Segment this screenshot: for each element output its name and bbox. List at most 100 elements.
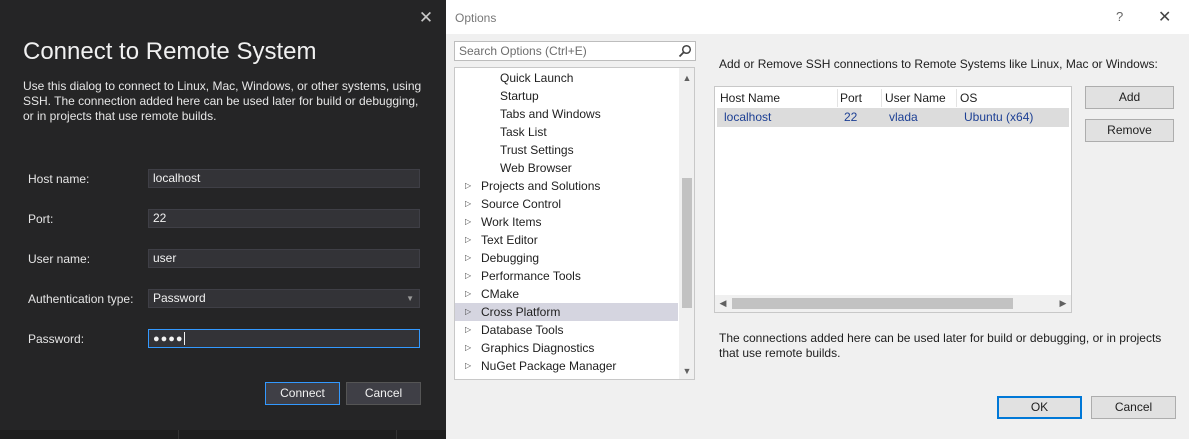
expand-arrow-icon[interactable]: ▷ bbox=[465, 249, 471, 267]
tree-item-label: Projects and Solutions bbox=[481, 179, 601, 193]
connect-button[interactable]: Connect bbox=[265, 382, 340, 405]
chevron-down-icon[interactable]: ▼ bbox=[679, 363, 694, 379]
expand-arrow-icon[interactable]: ▷ bbox=[465, 339, 471, 357]
user-name-label: User name: bbox=[28, 252, 91, 266]
window-title: Options bbox=[455, 11, 497, 25]
tree-item-label: Graphics Diagnostics bbox=[481, 341, 595, 355]
password-value: ●●●● bbox=[153, 333, 184, 345]
tree-item[interactable]: Web Browser bbox=[455, 159, 678, 177]
expand-arrow-icon[interactable]: ▷ bbox=[465, 303, 471, 321]
scrollbar-thumb[interactable] bbox=[732, 298, 1013, 309]
tree-item-label: Work Items bbox=[481, 215, 542, 229]
search-input[interactable]: Search Options (Ctrl+E) bbox=[454, 41, 696, 61]
connect-dialog: ✕ Connect to Remote System Use this dial… bbox=[0, 0, 446, 439]
search-placeholder: Search Options (Ctrl+E) bbox=[459, 44, 587, 58]
scrollbar-thumb[interactable] bbox=[682, 178, 692, 308]
add-button[interactable]: Add bbox=[1085, 86, 1174, 109]
tree-item[interactable]: Startup bbox=[455, 87, 678, 105]
tree-item[interactable]: ▷ Database Tools bbox=[455, 321, 678, 339]
tree-item-label: Text Editor bbox=[481, 233, 538, 247]
column-divider bbox=[837, 89, 838, 107]
close-icon[interactable]: ✕ bbox=[1158, 7, 1171, 27]
ok-button[interactable]: OK bbox=[997, 396, 1082, 419]
tree-item-label: Source Control bbox=[481, 197, 562, 211]
tree-item[interactable]: ▷ Text Editor bbox=[455, 231, 678, 249]
section-heading: Add or Remove SSH connections to Remote … bbox=[719, 57, 1158, 71]
column-header-port[interactable]: Port bbox=[840, 89, 862, 107]
user-name-input[interactable]: user bbox=[148, 249, 420, 268]
tree-item-label: Startup bbox=[500, 89, 539, 103]
close-icon[interactable]: ✕ bbox=[417, 9, 435, 27]
chevron-down-icon: ▼ bbox=[406, 294, 414, 303]
options-tree: Quick Launch Startup Tabs and Windows Task … bbox=[454, 67, 695, 380]
tree-item-label: Database Tools bbox=[481, 323, 564, 337]
dialog-description: Use this dialog to connect to Linux, Mac… bbox=[23, 79, 422, 123]
tree-item[interactable]: ▷ Source Control bbox=[455, 195, 678, 213]
port-cell: 22 bbox=[844, 110, 858, 124]
horizontal-scrollbar[interactable]: ◀ ▶ bbox=[715, 295, 1071, 312]
tree-item[interactable]: ▷ Graphics Diagnostics bbox=[455, 339, 678, 357]
background-strip bbox=[0, 430, 446, 439]
expand-arrow-icon[interactable]: ▷ bbox=[465, 267, 471, 285]
tree-item[interactable]: ▷ Work Items bbox=[455, 213, 678, 231]
expand-arrow-icon[interactable]: ▷ bbox=[465, 321, 471, 339]
expand-arrow-icon[interactable]: ▷ bbox=[465, 213, 471, 231]
column-header-os[interactable]: OS bbox=[960, 89, 977, 107]
tree-item[interactable]: Quick Launch bbox=[455, 69, 678, 87]
tree-scrollbar[interactable]: ▲ ▼ bbox=[679, 68, 694, 379]
expand-arrow-icon[interactable]: ▷ bbox=[465, 357, 471, 375]
table-row[interactable]: localhost 22 vlada Ubuntu (x64) bbox=[717, 108, 1069, 127]
tree-item-label: Quick Launch bbox=[500, 71, 574, 85]
port-input[interactable]: 22 bbox=[148, 209, 420, 228]
password-input[interactable]: ●●●● bbox=[148, 329, 420, 348]
expand-arrow-icon[interactable]: ▷ bbox=[465, 285, 471, 303]
tree-item[interactable]: ▷ CMake bbox=[455, 285, 678, 303]
host-name-label: Host name: bbox=[28, 172, 90, 186]
tree-item-label: Web Browser bbox=[500, 161, 572, 175]
auth-type-label: Authentication type: bbox=[28, 292, 134, 306]
tree-item[interactable]: ▷ Cross Platform bbox=[455, 303, 678, 321]
text-caret bbox=[183, 332, 185, 346]
divider bbox=[178, 430, 179, 439]
tree-item-label: Trust Settings bbox=[500, 143, 574, 157]
tree-item[interactable]: ▷ NuGet Package Manager bbox=[455, 357, 678, 375]
chevron-right-icon[interactable]: ▶ bbox=[1055, 295, 1071, 312]
column-divider bbox=[956, 89, 957, 107]
expand-arrow-icon[interactable]: ▷ bbox=[465, 177, 471, 195]
port-value: 22 bbox=[153, 211, 167, 225]
tree-item[interactable]: ▷ Performance Tools bbox=[455, 267, 678, 285]
tree-item[interactable]: Tabs and Windows bbox=[455, 105, 678, 123]
connections-list: Host Name Port User Name OS localhost 22… bbox=[714, 86, 1072, 313]
tree-item[interactable]: ▷ Projects and Solutions bbox=[455, 177, 678, 195]
port-label: Port: bbox=[28, 212, 54, 226]
user-cell: vlada bbox=[889, 110, 918, 124]
divider bbox=[396, 430, 397, 439]
host-cell: localhost bbox=[724, 110, 772, 124]
tree-item-label: NuGet Package Manager bbox=[481, 359, 617, 373]
host-name-input[interactable]: localhost bbox=[148, 169, 420, 188]
host-name-value: localhost bbox=[153, 171, 201, 185]
help-icon[interactable]: ? bbox=[1116, 9, 1123, 24]
tree-item[interactable]: ▷ Debugging bbox=[455, 249, 678, 267]
expand-arrow-icon[interactable]: ▷ bbox=[465, 195, 471, 213]
tree-item[interactable]: Task List bbox=[455, 123, 678, 141]
tree-item-label: Debugging bbox=[481, 251, 540, 265]
remove-button[interactable]: Remove bbox=[1085, 119, 1174, 142]
chevron-up-icon[interactable]: ▲ bbox=[679, 70, 694, 86]
auth-type-value: Password bbox=[153, 291, 206, 305]
expand-arrow-icon[interactable]: ▷ bbox=[465, 231, 471, 249]
column-divider bbox=[881, 89, 882, 107]
password-label: Password: bbox=[28, 332, 85, 346]
column-header-user[interactable]: User Name bbox=[885, 89, 946, 107]
tree-item[interactable]: Trust Settings bbox=[455, 141, 678, 159]
cancel-button[interactable]: Cancel bbox=[346, 382, 421, 405]
os-cell: Ubuntu (x64) bbox=[964, 110, 1034, 124]
cancel-button[interactable]: Cancel bbox=[1091, 396, 1176, 419]
auth-type-select[interactable]: Password ▼ bbox=[148, 289, 420, 308]
tree-item-label: Performance Tools bbox=[481, 269, 581, 283]
user-name-value: user bbox=[153, 251, 177, 265]
column-header-host[interactable]: Host Name bbox=[720, 89, 780, 107]
tree-item-label: CMake bbox=[481, 287, 520, 301]
chevron-left-icon[interactable]: ◀ bbox=[715, 295, 731, 312]
options-dialog: Options ? ✕ Search Options (Ctrl+E) Quic… bbox=[446, 0, 1189, 439]
